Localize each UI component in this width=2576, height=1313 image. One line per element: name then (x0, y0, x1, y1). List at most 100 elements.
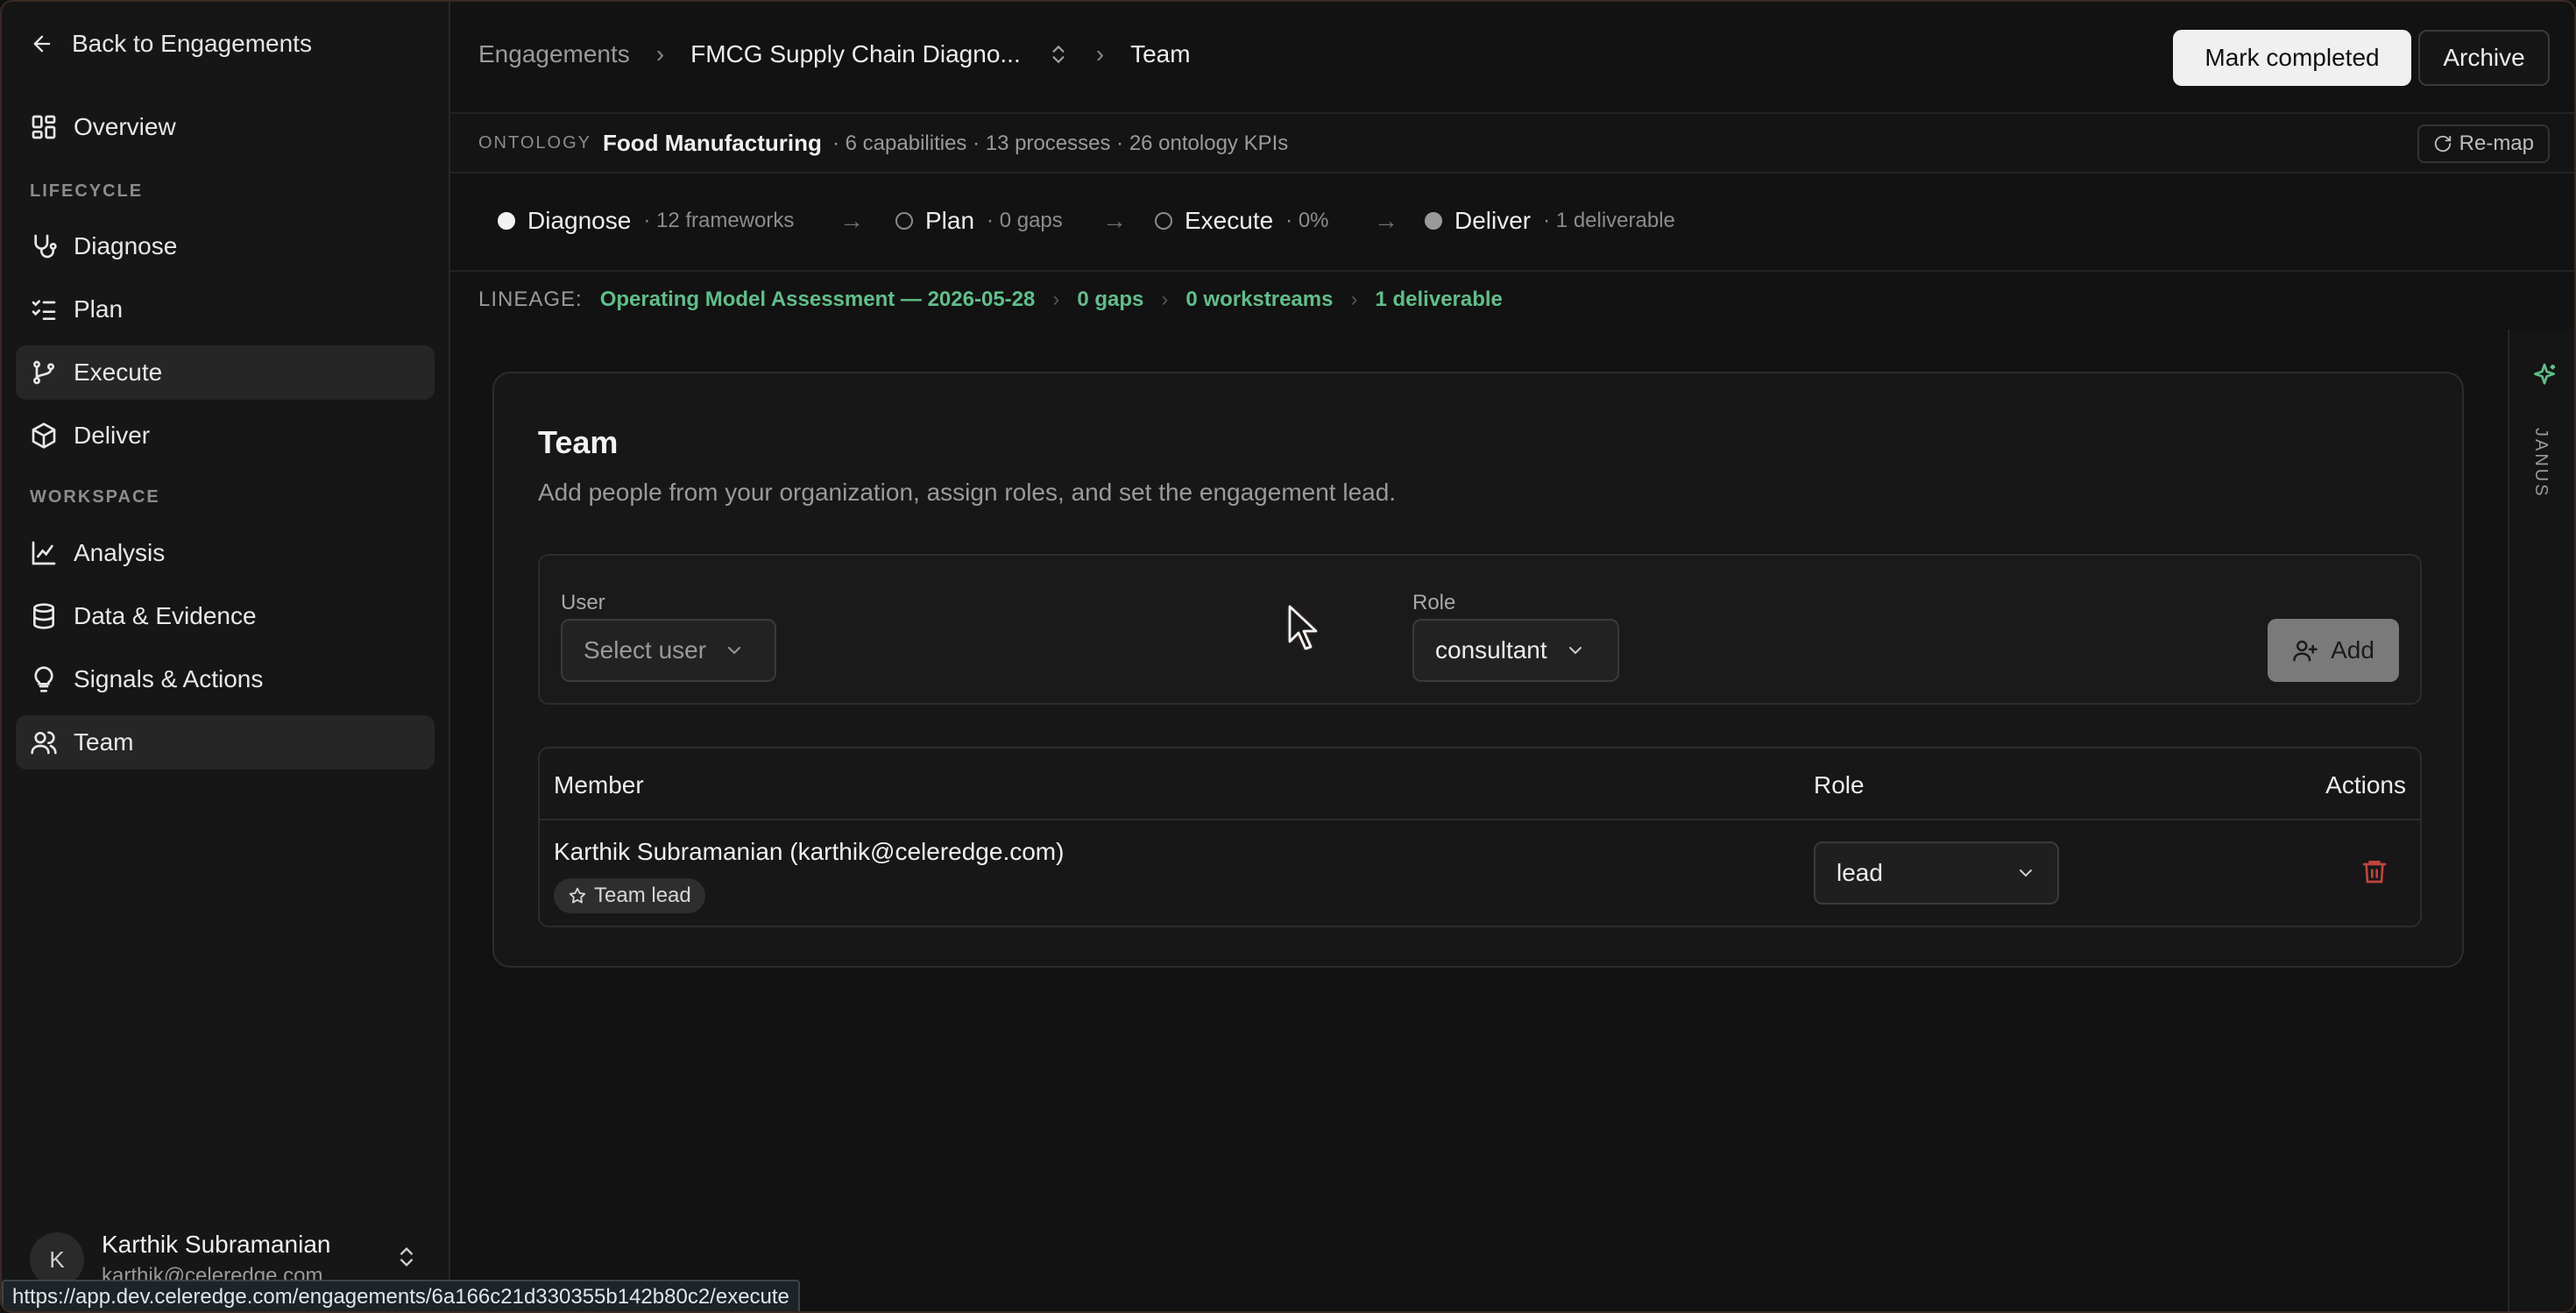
breadcrumb: Engagements › FMCG Supply Chain Diagno..… (478, 40, 1191, 68)
table-row: Karthik Subramanian (karthik@celeredge.c… (540, 820, 2420, 926)
chevron-right-icon: › (655, 40, 665, 67)
chevron-down-icon (2020, 869, 2032, 877)
trash-icon[interactable] (2360, 857, 2388, 885)
sidebar-item-label: Overview (74, 113, 176, 140)
stage-status-dot (1155, 212, 1172, 230)
sidebar-item-label: Diagnose (74, 232, 178, 259)
breadcrumb-engagements[interactable]: Engagements (478, 40, 630, 68)
sidebar: Back to Engagements Overview LIFECYCLE D… (2, 2, 450, 1311)
top-bar: Engagements › FMCG Supply Chain Diagno..… (450, 2, 2574, 114)
remap-label: Re-map (2459, 131, 2534, 155)
lineage-workstreams-link[interactable]: 0 workstreams (1185, 287, 1333, 312)
role-select[interactable]: consultant (1412, 619, 1619, 682)
member-name: Karthik Subramanian (karthik@celeredge.c… (554, 838, 1065, 865)
app-window: Back to Engagements Overview LIFECYCLE D… (0, 0, 2576, 1313)
workspace-section-label: WORKSPACE (30, 487, 160, 507)
stage-deliver[interactable]: Deliver · 1 deliverable (1425, 207, 1675, 235)
chevron-right-icon: › (1350, 287, 1358, 311)
lineage-assessment-link[interactable]: Operating Model Assessment — 2026-05-28 (600, 287, 1036, 312)
lineage-trail: LINEAGE: Operating Model Assessment — 20… (478, 287, 1503, 312)
mark-completed-button[interactable]: Mark completed (2173, 30, 2411, 86)
chevron-right-icon: › (1052, 287, 1060, 311)
line-chart-icon (32, 541, 56, 565)
lightbulb-icon (34, 666, 53, 692)
remap-button[interactable]: Re-map (2417, 124, 2550, 163)
link-status-url: https://app.dev.celeredge.com/engagement… (2, 1280, 800, 1311)
team-description: Add people from your organization, assig… (538, 479, 1397, 506)
stage-meta: · 1 deliverable (1543, 209, 1675, 232)
sidebar-item-deliver[interactable]: Deliver (16, 408, 435, 463)
sidebar-item-diagnose[interactable]: Diagnose (16, 219, 435, 273)
chevron-down-icon (728, 647, 741, 655)
sidebar-item-label: Analysis (74, 539, 166, 566)
arrow-right-icon: → (1374, 207, 1398, 234)
database-icon (33, 603, 54, 629)
git-branch-icon (33, 360, 54, 385)
arrow-right-icon: → (1102, 207, 1127, 234)
sidebar-item-execute[interactable]: Execute (16, 345, 435, 400)
ontology-meta: · 6 capabilities · 13 processes · 26 ont… (832, 131, 1289, 155)
janus-panel-toggle[interactable]: JANUS (2508, 330, 2574, 1311)
lineage-deliverable-link[interactable]: 1 deliverable (1375, 287, 1502, 312)
user-select-placeholder: Select user (584, 636, 707, 664)
user-field-label: User (561, 591, 605, 614)
stage-meta: · 12 frameworks (643, 209, 795, 232)
breadcrumb-engagement-name[interactable]: FMCG Supply Chain Diagno... (690, 40, 1021, 68)
layout-dashboard-icon (32, 115, 56, 139)
stage-name: Diagnose (527, 207, 632, 234)
list-checks-icon (32, 300, 56, 320)
sidebar-item-overview[interactable]: Overview (16, 100, 435, 154)
sidebar-item-label: Execute (74, 358, 163, 386)
user-plus-icon (2293, 640, 2318, 662)
chevrons-up-down-icon (400, 1247, 413, 1267)
avatar: K (30, 1232, 84, 1287)
sidebar-item-team[interactable]: Team (16, 715, 435, 770)
archive-button[interactable]: Archive (2418, 30, 2550, 86)
sparkles-icon (2534, 363, 2555, 385)
lineage-gaps-link[interactable]: 0 gaps (1077, 287, 1143, 312)
back-label: Back to Engagements (72, 30, 312, 57)
role-field-label: Role (1412, 591, 1456, 614)
janus-label: JANUS (2531, 428, 2551, 499)
sidebar-item-plan[interactable]: Plan (16, 282, 435, 337)
team-lead-badge[interactable]: Team lead (554, 878, 705, 913)
member-role-select[interactable]: lead (1814, 841, 2059, 905)
stage-name: Plan (925, 207, 975, 234)
chevron-right-icon: › (1095, 40, 1105, 67)
stage-status-dot (498, 212, 515, 230)
users-icon (31, 731, 57, 755)
ontology-label: ONTOLOGY (478, 133, 591, 153)
sidebar-item-label: Data & Evidence (74, 602, 257, 629)
stage-status-dot (1425, 212, 1442, 230)
user-name: Karthik Subramanian (102, 1231, 331, 1258)
chevron-right-icon: › (1161, 287, 1169, 311)
sidebar-item-analysis[interactable]: Analysis (16, 526, 435, 580)
column-role: Role (1814, 771, 1865, 798)
add-member-button[interactable]: Add (2268, 619, 2399, 682)
stage-plan[interactable]: Plan · 0 gaps (895, 207, 1063, 235)
add-label: Add (2331, 636, 2374, 664)
sidebar-item-label: Signals & Actions (74, 665, 264, 692)
sidebar-item-signals-actions[interactable]: Signals & Actions (16, 652, 435, 706)
column-actions: Actions (2325, 771, 2406, 798)
lifecycle-stepper: Diagnose · 12 frameworks → Plan · 0 gaps… (450, 174, 2574, 272)
breadcrumb-current-page: Team (1130, 40, 1191, 67)
user-select[interactable]: Select user (561, 619, 776, 682)
back-to-engagements-link[interactable]: Back to Engagements (30, 28, 312, 60)
stage-name: Execute (1185, 207, 1274, 234)
team-card: Team Add people from your organization, … (492, 372, 2464, 968)
stethoscope-icon (34, 234, 57, 259)
chevrons-up-down-icon[interactable] (1047, 43, 1070, 66)
refresh-icon (2434, 135, 2451, 153)
sidebar-item-label: Team (74, 728, 134, 756)
stage-diagnose[interactable]: Diagnose · 12 frameworks (498, 207, 794, 235)
team-lead-label: Team lead (594, 884, 691, 907)
star-icon (569, 887, 586, 904)
arrow-right-icon: → (839, 207, 864, 234)
add-member-form: User Select user Role consultant Add (538, 554, 2422, 705)
sidebar-item-data-evidence[interactable]: Data & Evidence (16, 589, 435, 643)
chevron-down-icon (1568, 647, 1582, 655)
sidebar-item-label: Deliver (74, 422, 151, 449)
stage-execute[interactable]: Execute · 0% (1155, 207, 1329, 235)
members-table: Member Role Actions Karthik Subramanian … (538, 747, 2422, 927)
